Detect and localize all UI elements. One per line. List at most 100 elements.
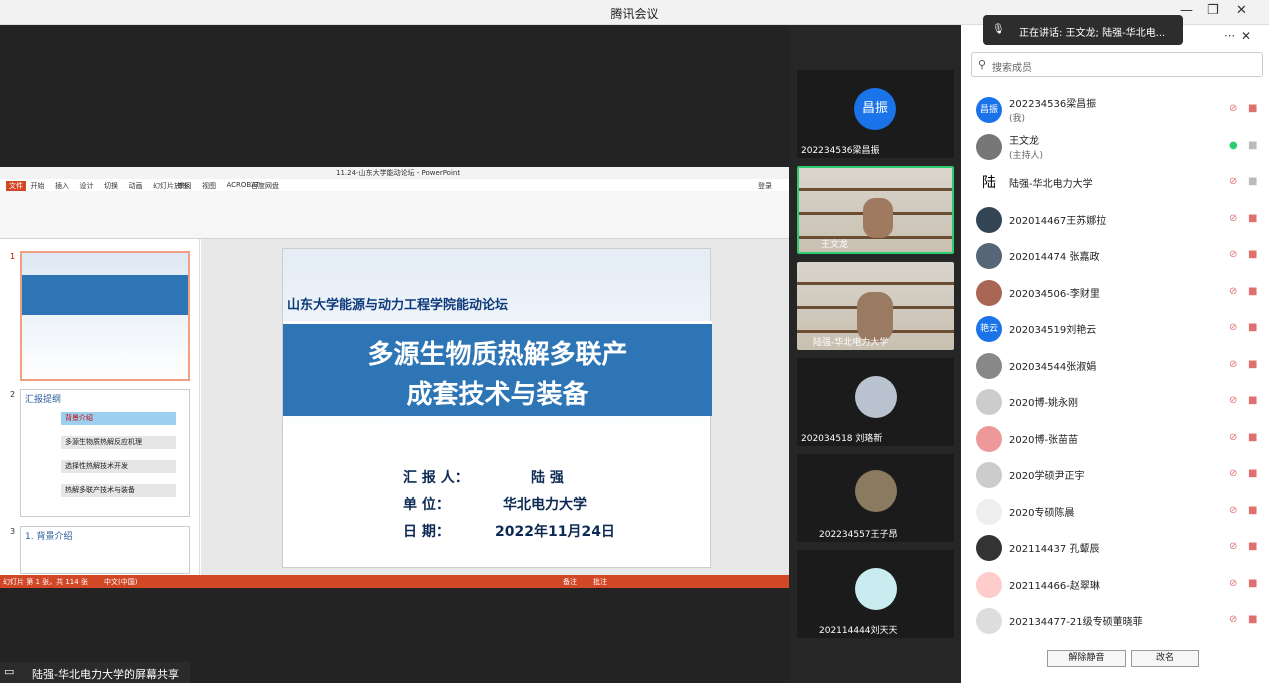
camera-off-icon[interactable]: ■ [1248,140,1257,151]
mic-muted-icon[interactable]: ⊘ [1229,468,1237,479]
ribbon-tab[interactable]: 插入 [55,181,69,191]
ppt-title: 11.24-山东大学能动论坛 - PowerPoint [336,169,461,177]
mic-muted-icon[interactable]: ⊘ [1229,578,1237,589]
member-row[interactable]: 陆陆强-华北电力大学 ⊘ ■ [961,165,1269,201]
mic-muted-icon[interactable]: ⊘ [1229,249,1237,260]
mic-muted-icon[interactable]: ⊘ [1229,541,1237,552]
member-row[interactable]: 202014474 张嘉政 ⊘ ■ [961,238,1269,274]
date-label: 日 期： [403,524,450,540]
thumb-num: 1 [10,252,16,261]
share-label-bar: ▭ 陆强-华北电力大学的屏幕共享 [0,662,190,683]
video-name: 202234536梁昌振 [801,146,880,156]
member-name: 王文龙 [1009,135,1039,147]
mic-muted-icon[interactable]: ⊘ [1229,103,1237,114]
ribbon-tab[interactable]: 动画 [129,181,143,191]
slide-title-band: 多源生物质热解多联产 成套技术与装备 [283,321,712,416]
mic-muted-icon[interactable]: ⊘ [1229,176,1237,187]
video-tile[interactable]: 202114444刘天天 [797,550,954,638]
more-icon[interactable]: ⋯ [1224,29,1235,42]
avatar [976,498,1002,525]
mic-muted-icon[interactable]: ⊘ [1229,432,1237,443]
avatar: 昌振 [976,97,1002,123]
ribbon-tab[interactable]: 视图 [202,181,216,191]
video-tile[interactable]: 202234557王子昂 [797,454,954,542]
camera-off-icon[interactable]: ■ [1248,359,1257,370]
video-tile[interactable]: 昌振 202234536梁昌振 [797,70,954,158]
unit-value: 华北电力大学 [503,497,587,513]
member-role: (主持人) [1009,150,1044,161]
mic-muted-icon[interactable]: ⊘ [1229,286,1237,297]
screen-share-area: 11.24-山东大学能动论坛 - PowerPoint 文件 开始 插入 设计 切换 动画… [0,25,789,683]
video-tile[interactable]: 202034518 刘珞新 [797,358,954,446]
video-tile[interactable]: 陆强-华北电力大学 [797,262,954,350]
video-name: 202034518 刘珞新 [801,434,883,444]
slide-title-1: 多源生物质热解多联产 [367,340,628,370]
video-tile[interactable]: 王文龙 [797,166,954,254]
member-row[interactable]: 202134477-21级专硕董晓菲 ⊘ ■ [961,603,1269,639]
member-row[interactable]: 艳云 202034519刘艳云 ⊘ ■ [961,311,1269,347]
ribbon-tab[interactable]: 切换 [104,181,118,191]
mic-muted-icon[interactable]: ⊘ [1229,213,1237,224]
avatar [976,462,1002,488]
avatar [855,568,897,610]
mic-on-icon[interactable]: ● [1229,140,1238,151]
outline-item: 多源生物质热解反应机理 [61,436,176,449]
member-name: 202034544张淑娟 [1009,361,1097,373]
camera-off-icon[interactable]: ■ [1248,176,1257,187]
login-link[interactable]: 登录 [758,181,772,191]
ribbon-tab[interactable]: 设计 [80,181,94,191]
mic-muted-icon[interactable]: ⊘ [1229,614,1237,625]
search-input[interactable]: ⚲ 搜索成员 [971,52,1263,77]
member-row[interactable]: 2020博-姚永刚 ⊘ ■ [961,384,1269,420]
member-row[interactable]: 2020博-张苗苗 ⊘ ■ [961,421,1269,457]
camera-off-icon[interactable]: ■ [1248,213,1257,224]
member-row[interactable]: 202034544张淑娟 ⊘ ■ [961,348,1269,384]
screen-icon: ▭ [4,665,15,678]
member-name: 202114466-赵翠琳 [1009,580,1100,592]
member-row[interactable]: 2020学硕尹正宇 ⊘ ■ [961,457,1269,493]
camera-off-icon[interactable]: ■ [1248,103,1257,114]
camera-off-icon[interactable]: ■ [1248,432,1257,443]
avatar [976,133,1002,160]
camera-off-icon[interactable]: ■ [1248,249,1257,260]
camera-off-icon[interactable]: ■ [1248,395,1257,406]
avatar: 昌振 [854,88,896,130]
notes-button[interactable]: 备注 [563,577,577,587]
unmute-button[interactable]: 解除静音 [1047,650,1126,667]
camera-off-icon[interactable]: ■ [1248,541,1257,552]
member-row[interactable]: 202114437 孔颦辰 ⊘ ■ [961,530,1269,566]
camera-off-icon[interactable]: ■ [1248,286,1257,297]
camera-off-icon[interactable]: ■ [1248,578,1257,589]
camera-off-icon[interactable]: ■ [1248,614,1257,625]
member-row[interactable]: 王文龙 (主持人) ● ■ [961,129,1269,165]
close-icon[interactable]: ✕ [1236,3,1247,18]
thumb-slide-1[interactable] [20,251,190,381]
ribbon-tab[interactable]: 审阅 [178,181,192,191]
member-row[interactable]: 昌振 202234536梁昌振 (我) ⊘ ■ [961,92,1269,128]
mic-muted-icon[interactable]: ⊘ [1229,395,1237,406]
ribbon-tab[interactable]: 文件 [6,181,26,191]
member-row[interactable]: 2020专硕陈晨 ⊘ ■ [961,494,1269,530]
ribbon-tab[interactable]: 百度网盘 [251,181,279,191]
member-row[interactable]: 202034506-李财里 ⊘ ■ [961,275,1269,311]
mic-muted-icon[interactable]: ⊘ [1229,505,1237,516]
video-name: 王文龙 [821,240,849,250]
camera-off-icon[interactable]: ■ [1248,322,1257,333]
restore-icon[interactable]: ❐ [1207,3,1219,18]
rename-button[interactable]: 改名 [1131,650,1199,667]
avatar [976,243,1002,269]
thumb-slide-2[interactable]: 汇报提纲 背景介绍 多源生物质热解反应机理 选择性热解技术开发 热解多联产技术与装备 [20,389,190,517]
comments-button[interactable]: 批注 [593,577,607,587]
close-panel-icon[interactable]: ✕ [1241,29,1251,43]
member-row[interactable]: 202014467王苏娜拉 ⊘ ■ [961,202,1269,238]
thumb-slide-3[interactable]: 1. 背景介绍 [20,526,190,574]
camera-off-icon[interactable]: ■ [1248,505,1257,516]
member-name: 2020博-姚永刚 [1009,398,1079,409]
avatar [976,352,1002,379]
camera-off-icon[interactable]: ■ [1248,468,1257,479]
mic-muted-icon[interactable]: ⊘ [1229,322,1237,333]
mic-muted-icon[interactable]: ⊘ [1229,359,1237,370]
ribbon-tab[interactable]: 开始 [31,181,45,191]
date-value: 2022年11月24日 [495,524,615,540]
member-row[interactable]: 202114466-赵翠琳 ⊘ ■ [961,567,1269,603]
